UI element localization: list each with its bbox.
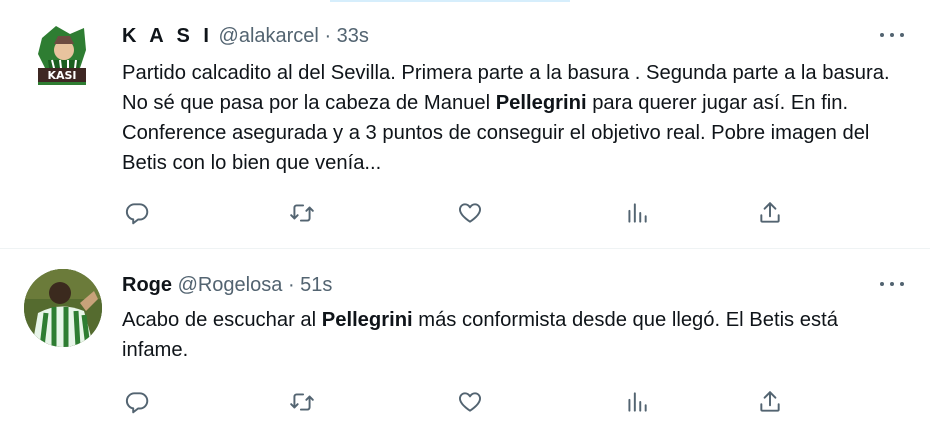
views-icon[interactable] [622, 198, 652, 228]
share-icon[interactable] [755, 198, 785, 228]
highlighted-term: Pellegrini [495, 92, 587, 114]
tweet[interactable]: KASI K A S I @alakarcel · 33s Partido ca… [0, 0, 930, 248]
tweet-text: Acabo de escuchar al Pellegrini más conf… [122, 305, 902, 365]
like-icon[interactable] [455, 387, 485, 417]
timestamp[interactable]: 51s [300, 274, 332, 296]
handle[interactable]: @Rogelosa [178, 274, 283, 296]
tweet-actions [122, 387, 822, 417]
avatar[interactable]: KASI [24, 20, 102, 98]
share-icon[interactable] [755, 387, 785, 417]
tweet-text-part: Acabo de escuchar al [122, 309, 322, 331]
retweet-icon[interactable] [287, 198, 317, 228]
separator: · [324, 25, 332, 47]
tweet-header: Roge @Rogelosa · 51s [122, 273, 332, 297]
handle[interactable]: @alakarcel [219, 25, 319, 47]
tweet[interactable]: Roge @Rogelosa · 51s Acabo de escuchar a… [0, 249, 930, 424]
like-icon[interactable] [455, 198, 485, 228]
display-name[interactable]: K A S I [122, 25, 213, 47]
highlighted-term: Pellegrini [321, 309, 413, 331]
tweet-header: K A S I @alakarcel · 33s [122, 24, 369, 48]
reply-icon[interactable] [122, 198, 152, 228]
views-icon[interactable] [622, 387, 652, 417]
svg-text:KASI: KASI [47, 69, 76, 82]
display-name[interactable]: Roge [122, 274, 172, 296]
more-dots-icon[interactable] [880, 277, 906, 291]
tweet-actions [122, 198, 822, 228]
profile-photo-icon [24, 269, 102, 347]
separator: · [287, 274, 295, 296]
timestamp[interactable]: 33s [337, 25, 369, 47]
retweet-icon[interactable] [287, 387, 317, 417]
reply-icon[interactable] [122, 387, 152, 417]
tweet-text: Partido calcadito al del Sevilla. Primer… [122, 58, 902, 178]
avatar[interactable] [24, 269, 102, 347]
more-dots-icon[interactable] [880, 28, 906, 42]
kasi-logo-icon: KASI [24, 20, 102, 98]
